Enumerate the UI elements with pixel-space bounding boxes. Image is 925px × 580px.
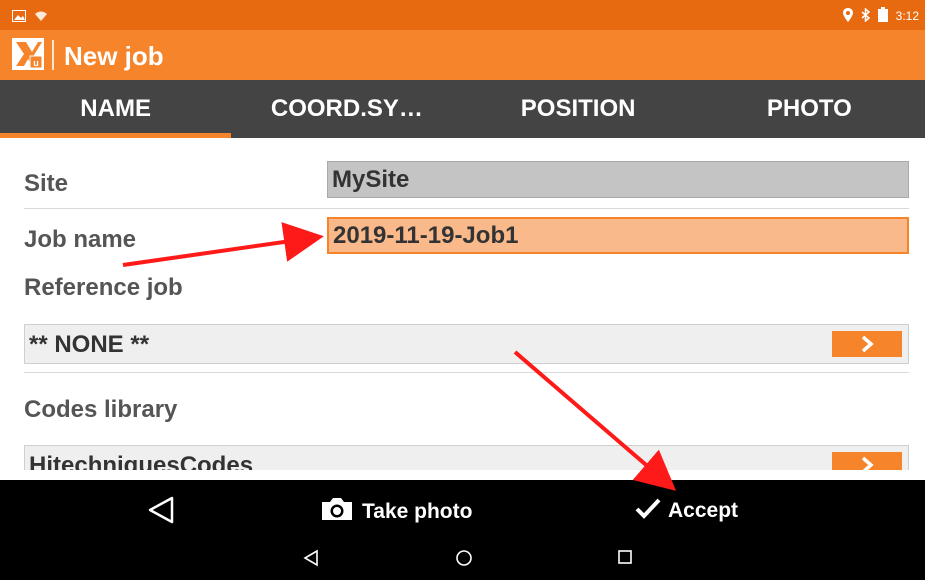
page-title: New job (64, 41, 164, 71)
bluetooth-icon (861, 6, 870, 25)
tab-position[interactable]: POSITION (463, 80, 694, 138)
job-form: Site MySite Job name 2019-11-19-Job1 Ref… (10, 150, 915, 470)
take-photo-label: Take photo (362, 500, 473, 523)
tab-coord-sys[interactable]: COORD.SY… (231, 80, 462, 138)
app-bar: u New job (0, 30, 925, 80)
divider (24, 372, 909, 373)
status-bar: 3:12 (0, 0, 925, 30)
system-nav-bar (0, 540, 925, 580)
chevron-right-icon[interactable] (832, 452, 902, 470)
reference-job-selector[interactable]: ** NONE ** (24, 324, 909, 364)
codes-library-selector[interactable]: HitechniquesCodes (24, 445, 909, 470)
location-icon (842, 7, 853, 25)
image-icon (12, 9, 26, 27)
job-name-input[interactable]: 2019-11-19-Job1 (327, 217, 909, 254)
accept-button[interactable]: Accept (634, 496, 738, 526)
site-field[interactable]: MySite (327, 161, 909, 198)
codes-library-value: HitechniquesCodes (29, 452, 254, 470)
divider (24, 208, 909, 209)
tab-name[interactable]: NAME (0, 80, 232, 138)
tab-photo[interactable]: PHOTO (694, 80, 925, 138)
job-name-label: Job name (24, 226, 137, 253)
nav-home-icon[interactable] (455, 549, 473, 572)
appbar-divider (52, 40, 54, 70)
wifi-icon (34, 9, 48, 27)
reference-job-value: ** NONE ** (29, 331, 150, 358)
app-logo-icon: u (12, 38, 44, 70)
tab-bar: NAME COORD.SY… POSITION PHOTO (0, 80, 925, 138)
camera-icon (320, 496, 354, 528)
take-photo-button[interactable]: Take photo (320, 496, 472, 528)
accept-label: Accept (668, 499, 739, 522)
site-label: Site (24, 170, 69, 197)
checkmark-icon (634, 496, 662, 526)
action-bar: Take photo Accept (0, 480, 925, 540)
status-time: 3:12 (895, 9, 919, 23)
back-button[interactable] (146, 496, 176, 529)
chevron-right-icon[interactable] (832, 331, 902, 357)
reference-job-label: Reference job (24, 274, 183, 301)
codes-library-label: Codes library (24, 396, 178, 423)
nav-recents-icon[interactable] (617, 549, 633, 570)
battery-icon (877, 7, 888, 25)
nav-back-icon[interactable] (303, 549, 319, 572)
svg-text:u: u (33, 58, 39, 68)
